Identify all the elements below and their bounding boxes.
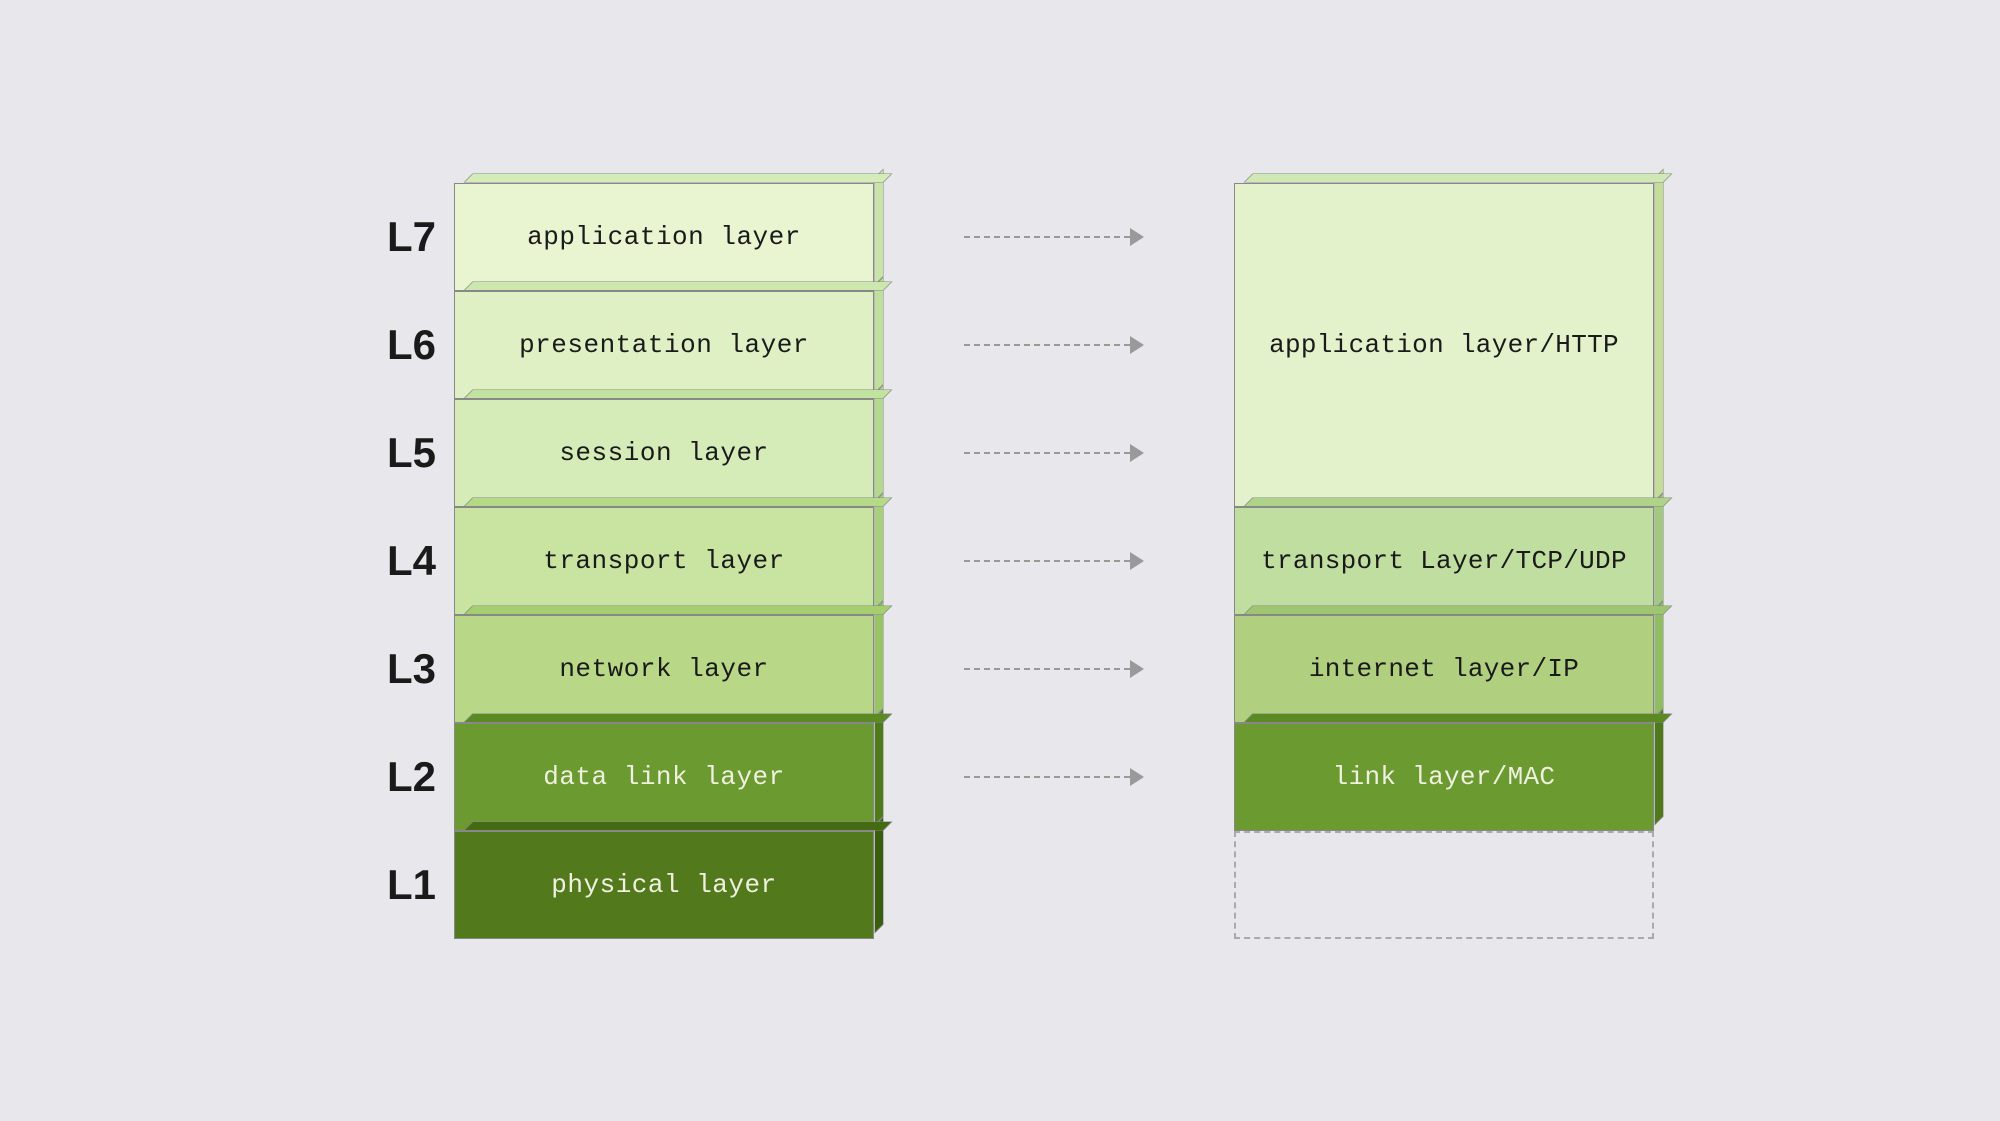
layer-box-l5: session layer xyxy=(454,399,874,507)
dashed-arrow-l6 xyxy=(964,336,1144,354)
osi-tcpip-diagram: L7 application layer L6 presentation lay… xyxy=(346,183,1654,939)
arrow-l6 xyxy=(954,291,1154,399)
layer-box-l7: application layer xyxy=(454,183,874,291)
dashed-line-l2 xyxy=(964,776,1130,778)
layer-right-l4 xyxy=(875,492,884,609)
layer-right-l7 xyxy=(875,168,884,285)
layer-top-l7 xyxy=(464,173,893,182)
tcpip-physical-front xyxy=(1234,831,1654,939)
layer-front-l7: application layer xyxy=(454,183,874,291)
layer-right-l6 xyxy=(875,276,884,393)
layer-front-l4: transport layer xyxy=(454,507,874,615)
dashed-line-l7 xyxy=(964,236,1130,238)
tcpip-link-front: link layer/MAC xyxy=(1234,723,1654,831)
arrow-head-l2 xyxy=(1130,768,1144,786)
dashed-line-l4 xyxy=(964,560,1130,562)
tcpip-transport-top xyxy=(1244,497,1673,506)
tcpip-link-right-face xyxy=(1655,708,1664,825)
dashed-arrow-l3 xyxy=(964,660,1144,678)
layer-right-l5 xyxy=(875,384,884,501)
arrow-l1 xyxy=(954,831,1154,939)
tcpip-app-front: application layer/HTTP xyxy=(1234,183,1654,507)
tcpip-internet-right-face xyxy=(1655,600,1664,717)
arrow-l7 xyxy=(954,183,1154,291)
dashed-line-l6 xyxy=(964,344,1130,346)
layer-label-l3: L3 xyxy=(346,645,436,693)
arrow-head-l7 xyxy=(1130,228,1144,246)
layer-right-l3 xyxy=(875,600,884,717)
arrow-head-l5 xyxy=(1130,444,1144,462)
layer-front-l1: physical layer xyxy=(454,831,874,939)
arrow-l3 xyxy=(954,615,1154,723)
tcpip-stack: application layer/HTTP transport Layer/T… xyxy=(1234,183,1654,939)
arrow-l2 xyxy=(954,723,1154,831)
tcpip-app-right xyxy=(1655,168,1664,501)
layer-front-l2: data link layer xyxy=(454,723,874,831)
layer-top-l4 xyxy=(464,497,893,506)
tcpip-internet-top xyxy=(1244,605,1673,614)
arrow-head-l6 xyxy=(1130,336,1144,354)
layer-box-l1: physical layer xyxy=(454,831,874,939)
layer-label-l1: L1 xyxy=(346,861,436,909)
osi-stack: L7 application layer L6 presentation lay… xyxy=(346,183,874,939)
dashed-arrow-l7 xyxy=(964,228,1144,246)
layer-top-l5 xyxy=(464,389,893,398)
layer-front-l6: presentation layer xyxy=(454,291,874,399)
layer-box-l6: presentation layer xyxy=(454,291,874,399)
tcpip-link-box: link layer/MAC xyxy=(1234,723,1654,831)
osi-layer-l2: L2 data link layer xyxy=(346,723,874,831)
tcpip-internet-box: internet layer/IP xyxy=(1234,615,1654,723)
osi-layer-l4: L4 transport layer xyxy=(346,507,874,615)
layer-right-l2 xyxy=(875,708,884,825)
layer-label-l6: L6 xyxy=(346,321,436,369)
layer-front-l3: network layer xyxy=(454,615,874,723)
dashed-arrow-l5 xyxy=(964,444,1144,462)
tcpip-transport-box: transport Layer/TCP/UDP xyxy=(1234,507,1654,615)
layer-top-l6 xyxy=(464,281,893,290)
layer-label-l4: L4 xyxy=(346,537,436,585)
layer-label-l2: L2 xyxy=(346,753,436,801)
osi-layer-l7: L7 application layer xyxy=(346,183,874,291)
osi-layer-l1: L1 physical layer xyxy=(346,831,874,939)
tcpip-app-box: application layer/HTTP xyxy=(1234,183,1654,507)
dashed-arrow-l4 xyxy=(964,552,1144,570)
arrows-area xyxy=(954,183,1154,939)
arrow-l4 xyxy=(954,507,1154,615)
layer-top-l2 xyxy=(464,713,893,722)
dashed-line-l5 xyxy=(964,452,1130,454)
layer-box-l3: network layer xyxy=(454,615,874,723)
dashed-arrow-l2 xyxy=(964,768,1144,786)
layer-label-l5: L5 xyxy=(346,429,436,477)
layer-top-l1 xyxy=(464,821,893,830)
layer-front-l5: session layer xyxy=(454,399,874,507)
dashed-line-l3 xyxy=(964,668,1130,670)
layer-top-l3 xyxy=(464,605,893,614)
tcpip-internet-front: internet layer/IP xyxy=(1234,615,1654,723)
tcpip-transport-right-face xyxy=(1655,492,1664,609)
layer-box-l4: transport layer xyxy=(454,507,874,615)
osi-layer-l3: L3 network layer xyxy=(346,615,874,723)
tcpip-link-top xyxy=(1244,713,1673,722)
osi-layer-l6: L6 presentation layer xyxy=(346,291,874,399)
arrow-l5 xyxy=(954,399,1154,507)
arrow-head-l3 xyxy=(1130,660,1144,678)
layer-label-l7: L7 xyxy=(346,213,436,261)
layer-box-l2: data link layer xyxy=(454,723,874,831)
osi-layer-l5: L5 session layer xyxy=(346,399,874,507)
arrow-head-l4 xyxy=(1130,552,1144,570)
tcpip-transport-front: transport Layer/TCP/UDP xyxy=(1234,507,1654,615)
layer-right-l1 xyxy=(875,816,884,933)
tcpip-physical-box xyxy=(1234,831,1654,939)
tcpip-app-top xyxy=(1244,173,1673,182)
